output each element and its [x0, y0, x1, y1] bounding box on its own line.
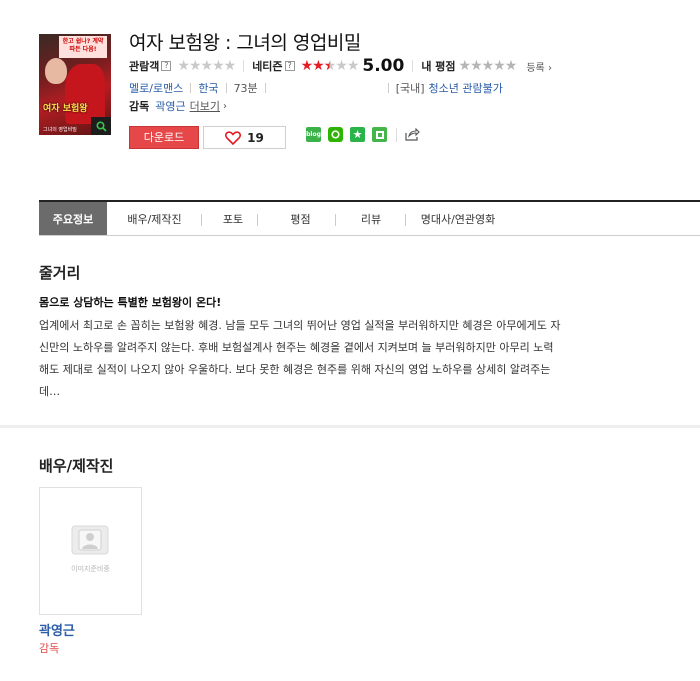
tab-label: 배우/제작진 [127, 212, 182, 226]
synopsis-line: 데… [39, 385, 61, 398]
register-label: 등록 [526, 62, 545, 74]
section-divider [0, 425, 700, 428]
register-rating-link[interactable]: 등록 › [526, 59, 552, 74]
director-label: 감독 [129, 100, 150, 113]
genre-link[interactable]: 멜로/로맨스 [129, 80, 183, 96]
share-icon[interactable] [405, 128, 420, 141]
download-button[interactable]: 다운로드 [129, 126, 199, 149]
magnifier-icon [95, 120, 107, 132]
synopsis-section-title: 줄거리 [39, 264, 81, 282]
tab-quotes-related[interactable]: 명대사/연관영화 [406, 202, 510, 235]
poster-figure-dress [65, 64, 105, 124]
poster-tagline: 한고 쉽나? 계약 따든 다음! [59, 36, 107, 58]
audience-stars: ★ ★ ★ ★ ★ [177, 58, 237, 74]
star-icon[interactable]: ★ [482, 58, 495, 74]
grade-prefix: [국내] [395, 82, 425, 95]
image-placeholder-text: 이미지준비중 [71, 565, 110, 573]
tab-label: 포토 [222, 212, 244, 226]
divider [243, 60, 245, 72]
cast-name-link[interactable]: 곽영근 [39, 620, 75, 639]
tab-photo[interactable]: 포토 [202, 202, 264, 235]
favorite-share-icon[interactable]: ★ [350, 127, 365, 142]
director-name-link[interactable]: 곽영근 [155, 98, 185, 114]
divider [396, 127, 397, 142]
tab-label: 명대사/연관영화 [420, 212, 496, 226]
tab-label: 평점 [290, 212, 311, 226]
synopsis-line: 신만의 노하우를 알려주지 않는다. 후배 보험설계사 현주는 혜경을 곁에서 … [39, 341, 554, 354]
tab-main-info[interactable]: 주요정보 [39, 202, 107, 235]
cast-photo-card[interactable]: 이미지준비중 [39, 487, 142, 615]
share-icons: blog ★ [306, 127, 420, 142]
star-icon: ★ [212, 58, 225, 74]
chevron-right-icon: › [547, 62, 552, 74]
star-half-icon: ★ [323, 58, 337, 74]
runtime-text: 73분 [233, 82, 258, 95]
ratings-row: 관람객 ? ★ ★ ★ ★ ★ 네티즌 ? ★ ★ ★ ★ ★ 5.00 내 평점 ★ ★ ★ ★ ★ … [129, 56, 552, 76]
tab-rating[interactable]: 평점 [257, 202, 336, 235]
star-icon[interactable]: ★ [470, 58, 483, 74]
director-row: 감독 곽영근 더보기 › [129, 98, 227, 114]
star-icon: ★ [335, 58, 348, 74]
like-count: 19 [247, 130, 264, 145]
star-icon[interactable]: ★ [493, 58, 506, 74]
divider [190, 83, 192, 93]
netizen-help-icon[interactable]: ? [284, 61, 295, 71]
poster-title-text: 여자 보험왕 [43, 104, 88, 114]
cast-role: 감독 [39, 642, 60, 655]
netizen-score: 5.00 [362, 56, 405, 76]
synopsis-body: 업계에서 최고로 손 꼽히는 보험왕 혜경. 남들 모두 그녀의 뛰어난 영업 … [39, 315, 661, 403]
synopsis-line: 업계에서 최고로 손 꼽히는 보험왕 혜경. 남들 모두 그녀의 뛰어난 영업 … [39, 319, 561, 332]
poster-subtitle-text: 그녀의 영업비밀 [43, 127, 77, 133]
heart-icon [225, 130, 242, 145]
audience-rating-label: 관람객 [129, 60, 160, 73]
star-icon: ★ [223, 58, 237, 74]
netizen-rating-label: 네티즌 [252, 60, 283, 73]
band-share-icon[interactable] [328, 127, 343, 142]
audience-help-icon[interactable]: ? [161, 61, 172, 71]
star-icon: ★ [346, 58, 360, 74]
copy-share-icon[interactable] [372, 127, 387, 142]
tab-label: 리뷰 [360, 212, 382, 226]
movie-meta-row: 멜로/로맨스 한국 73분 [국내] 청소년 관람불가 [129, 80, 503, 96]
chevron-right-icon: › [223, 100, 227, 112]
director-more-link[interactable]: 더보기 [190, 98, 220, 114]
netizen-stars: ★ ★ ★ ★ ★ [300, 58, 360, 74]
divider [225, 83, 227, 93]
poster-figure-face [45, 58, 67, 84]
grade-link[interactable]: 청소년 관람불가 [429, 80, 503, 96]
movie-poster[interactable]: 한고 쉽나? 계약 따든 다음! 여자 보험왕 그녀의 영업비밀 [39, 34, 111, 135]
like-button[interactable]: 19 [203, 126, 286, 149]
movie-title[interactable]: 여자 보험왕 : 그녀의 영업비밀 [129, 28, 361, 55]
cast-section-title: 배우/제작진 [39, 457, 114, 475]
star-icon: ★ [188, 58, 202, 74]
tab-cast-crew[interactable]: 배우/제작진 [107, 202, 202, 235]
divider [264, 83, 266, 93]
my-rating-label: 내 평점 [421, 60, 456, 73]
tab-review[interactable]: 리뷰 [336, 202, 406, 235]
tab-bar: 주요정보 배우/제작진 포토 평점 리뷰 명대사/연관영화 [39, 200, 700, 236]
divider [387, 83, 389, 93]
country-link[interactable]: 한국 [198, 80, 218, 96]
poster-zoom-button[interactable] [91, 117, 111, 135]
divider [412, 60, 414, 72]
blog-share-icon[interactable]: blog [306, 127, 321, 142]
band-logo-icon [331, 130, 340, 139]
star-icon[interactable]: ★ [505, 58, 518, 74]
person-placeholder-icon [71, 525, 109, 555]
star-icon: ★ [200, 58, 214, 74]
synopsis-line: 해도 제대로 실적이 나오지 않아 우울하다. 보다 못한 혜경은 현주를 위해… [39, 363, 551, 376]
star-icon: ★ [300, 58, 314, 74]
star-icon: ★ [177, 58, 190, 74]
synopsis-headline: 몸으로 상담하는 특별한 보험왕이 온다! [39, 296, 222, 309]
divider [257, 214, 258, 226]
star-icon[interactable]: ★ [459, 58, 472, 74]
my-rating-stars[interactable]: ★ ★ ★ ★ ★ [459, 58, 518, 74]
star-icon: ★ [312, 58, 325, 74]
